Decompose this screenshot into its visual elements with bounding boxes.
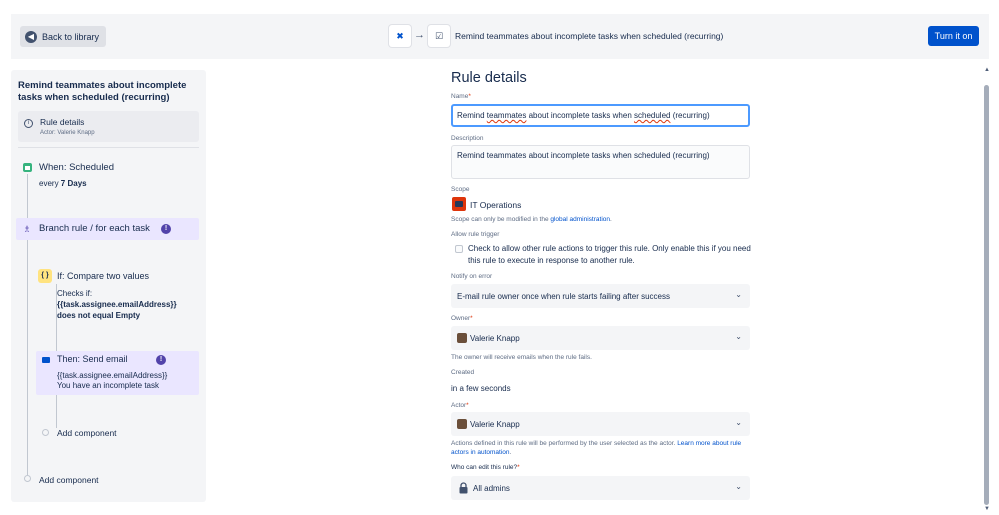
chevron-down-icon: ⌄ bbox=[735, 332, 742, 341]
scroll-up-icon[interactable]: ▲ bbox=[984, 67, 990, 73]
who-can-edit-label: Who can edit this rule?* bbox=[451, 464, 520, 471]
if-title: If: Compare two values bbox=[57, 271, 150, 281]
description-field[interactable]: Remind teammates about incomplete tasks … bbox=[451, 145, 750, 179]
owner-label: Owner* bbox=[451, 315, 473, 322]
top-bar: ◀ Back to library ✖ → ☑ Remind teammates… bbox=[11, 14, 989, 59]
who-can-edit-select[interactable]: All admins ⌄ bbox=[451, 476, 750, 500]
avatar bbox=[457, 419, 467, 429]
rule-details-item[interactable]: i Rule details Actor: Valerie Knapp bbox=[18, 111, 199, 142]
owner-value: Valerie Knapp bbox=[470, 334, 520, 343]
if-description: Checks if: {{task.assignee.emailAddress}… bbox=[57, 289, 177, 320]
then-title: Then: Send email bbox=[57, 354, 128, 364]
chevron-down-icon: ⌄ bbox=[735, 418, 742, 427]
when-title: When: Scheduled bbox=[39, 162, 114, 173]
add-component-outer-link[interactable]: Add component bbox=[39, 475, 99, 485]
warning-badge-icon: ! bbox=[156, 355, 166, 365]
connector-line bbox=[27, 174, 28, 218]
email-icon bbox=[42, 357, 50, 363]
owner-select[interactable]: Valerie Knapp ⌄ bbox=[451, 326, 750, 350]
scrollbar[interactable]: ▲ ▼ bbox=[984, 65, 990, 515]
allow-trigger-label: Allow rule trigger bbox=[451, 231, 500, 238]
actor-value: Valerie Knapp bbox=[470, 420, 520, 429]
scrollbar-thumb[interactable] bbox=[984, 85, 989, 505]
scope-helper-text: Scope can only be modified in the global… bbox=[451, 216, 612, 223]
rule-details-label: Rule details bbox=[40, 117, 85, 127]
branch-icon: ♗ bbox=[23, 224, 32, 234]
then-description: {{task.assignee.emailAddress}} You have … bbox=[57, 371, 168, 390]
rule-components-panel: Remind teammates about incomplete tasks … bbox=[11, 70, 206, 502]
panel-title: Remind teammates about incomplete tasks … bbox=[18, 80, 187, 103]
add-dot-icon bbox=[42, 429, 49, 436]
chevron-down-icon: ⌄ bbox=[735, 482, 742, 491]
rule-title: Remind teammates about incomplete tasks … bbox=[455, 31, 724, 41]
allow-trigger-text: Check to allow other rule actions to tri… bbox=[468, 244, 751, 265]
back-arrow-icon: ◀ bbox=[25, 30, 37, 43]
when-interval: every 7 Days bbox=[39, 179, 87, 188]
connector-line bbox=[56, 395, 57, 428]
then-send-email-item[interactable]: Then: Send email ! {{task.assignee.email… bbox=[36, 351, 199, 395]
chevron-down-icon: ⌄ bbox=[735, 290, 742, 299]
actor-helper-text: Actions defined in this rule will be per… bbox=[451, 440, 742, 456]
page-title: Rule details bbox=[451, 70, 527, 86]
allow-trigger-checkbox[interactable] bbox=[455, 245, 463, 253]
add-component-inner-link[interactable]: Add component bbox=[57, 428, 117, 438]
scheduled-trigger-icon: ✖ bbox=[389, 25, 411, 47]
task-icon: ☑ bbox=[428, 25, 450, 47]
project-icon bbox=[452, 197, 466, 211]
back-label: Back to library bbox=[42, 31, 100, 42]
add-dot-icon bbox=[24, 475, 31, 482]
scroll-down-icon[interactable]: ▼ bbox=[984, 506, 990, 512]
turn-it-on-button[interactable]: Turn it on bbox=[928, 26, 979, 46]
notify-value: E-mail rule owner once when rule starts … bbox=[457, 292, 670, 301]
scope-label: Scope bbox=[451, 186, 470, 193]
rule-actor-label: Actor: Valerie Knapp bbox=[40, 130, 95, 136]
actor-label: Actor* bbox=[451, 402, 469, 409]
branch-rule-item[interactable]: ♗ Branch rule / for each task ! bbox=[16, 218, 199, 240]
actor-select[interactable]: Valerie Knapp ⌄ bbox=[451, 412, 750, 436]
flow-arrow-icon: → bbox=[414, 29, 425, 41]
branch-title: Branch rule / for each task bbox=[39, 223, 150, 234]
created-label: Created bbox=[451, 369, 475, 376]
scope-value: IT Operations bbox=[470, 200, 522, 210]
name-label: Name* bbox=[451, 93, 471, 100]
owner-helper-text: The owner will receive emails when the r… bbox=[451, 354, 592, 361]
divider bbox=[18, 147, 199, 148]
notify-label: Notify on error bbox=[451, 273, 493, 280]
info-icon: i bbox=[24, 119, 33, 128]
who-can-edit-value: All admins bbox=[473, 484, 510, 493]
connector-line bbox=[27, 240, 28, 475]
condition-braces-icon: { } bbox=[38, 269, 52, 283]
back-to-library-button[interactable]: ◀ Back to library bbox=[20, 26, 107, 47]
global-administration-link[interactable]: global administration bbox=[550, 216, 610, 223]
avatar bbox=[457, 333, 467, 343]
name-field[interactable]: Remind teammates about incomplete tasks … bbox=[451, 104, 750, 127]
notify-on-error-select[interactable]: E-mail rule owner once when rule starts … bbox=[451, 284, 750, 308]
description-label: Description bbox=[451, 135, 484, 142]
created-value: in a few seconds bbox=[451, 384, 511, 393]
warning-badge-icon: ! bbox=[161, 224, 171, 234]
calendar-icon bbox=[23, 163, 32, 172]
lock-icon bbox=[459, 482, 468, 494]
